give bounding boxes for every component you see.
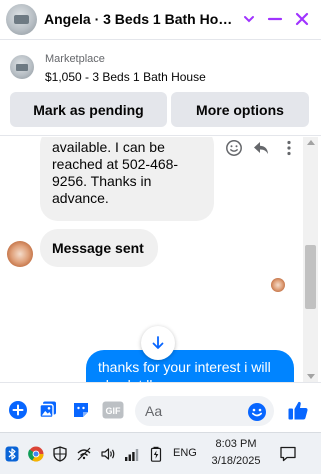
listing-thumbnail[interactable]: [10, 55, 34, 79]
chat-header: Angela · 3 Beds 1 Bath House: [0, 0, 321, 40]
scrollbar[interactable]: [303, 137, 318, 382]
message-line: reached at 502-468-: [52, 156, 179, 172]
close-icon[interactable]: [289, 6, 315, 32]
scrollbar-thumb[interactable]: [305, 245, 316, 309]
marketplace-label: Marketplace: [45, 53, 105, 65]
sticker-icon[interactable]: [70, 399, 92, 421]
chrome-icon[interactable]: [28, 446, 44, 462]
seen-receipt-avatar: [271, 278, 285, 292]
notifications-icon[interactable]: [279, 445, 297, 463]
arrow-down-icon: [152, 336, 164, 349]
message-line: advance.: [52, 190, 109, 206]
minimize-icon[interactable]: [262, 6, 288, 32]
battery-icon[interactable]: [148, 446, 164, 462]
thumbs-up-icon[interactable]: [286, 398, 310, 422]
security-shield-icon[interactable]: [52, 446, 68, 462]
message-composer: GIF: [0, 382, 321, 432]
gif-label: GIF: [106, 406, 122, 416]
emoji-icon[interactable]: [247, 402, 267, 422]
network-icon[interactable]: [76, 446, 92, 462]
more-vertical-icon[interactable]: [279, 138, 299, 158]
chat-title[interactable]: Angela · 3 Beds 1 Bath House: [44, 11, 234, 27]
mark-as-pending-button[interactable]: Mark as pending: [10, 92, 167, 127]
scroll-down-arrow[interactable]: [307, 374, 315, 379]
chevron-down-icon[interactable]: [236, 6, 262, 32]
windows-taskbar: ENG 8:03 PM 3/18/2025: [0, 432, 321, 474]
clock-date[interactable]: 3/18/2025: [202, 455, 270, 467]
wifi-icon[interactable]: [124, 446, 140, 462]
message-list[interactable]: available. I can be reached at 502-468- …: [0, 137, 321, 382]
bluetooth-icon[interactable]: [4, 446, 20, 462]
react-emoji-icon[interactable]: [224, 138, 244, 158]
clock-time[interactable]: 8:03 PM: [202, 438, 270, 450]
scroll-up-arrow[interactable]: [307, 140, 315, 145]
gif-icon[interactable]: GIF: [102, 399, 124, 421]
more-options-button[interactable]: More options: [171, 92, 309, 127]
sender-avatar[interactable]: [7, 241, 33, 267]
received-message-bubble[interactable]: Message sent: [40, 229, 158, 267]
message-line: 9256. Thanks in: [52, 173, 152, 189]
messenger-chat-window: Angela · 3 Beds 1 Bath House Marketplace…: [0, 0, 321, 474]
volume-icon[interactable]: [100, 446, 116, 462]
contact-avatar[interactable]: [6, 4, 37, 35]
plus-circle-icon[interactable]: [7, 399, 29, 421]
received-message-bubble[interactable]: available. I can be reached at 502-468- …: [40, 137, 214, 221]
reply-icon[interactable]: [251, 138, 271, 158]
message-text: thanks for your interest i will also let…: [98, 359, 271, 382]
listing-title[interactable]: $1,050 - 3 Beds 1 Bath House: [45, 70, 206, 84]
message-actions: [224, 138, 300, 158]
marketplace-banner: Marketplace $1,050 - 3 Beds 1 Bath House…: [0, 41, 321, 136]
input-language[interactable]: ENG: [173, 447, 197, 459]
message-text: Message sent: [52, 240, 144, 256]
message-line: available. I can be: [52, 139, 165, 155]
sent-message-bubble[interactable]: thanks for your interest i will also let…: [86, 350, 294, 382]
scroll-to-bottom-button[interactable]: [141, 326, 175, 360]
photo-icon[interactable]: [37, 399, 59, 421]
